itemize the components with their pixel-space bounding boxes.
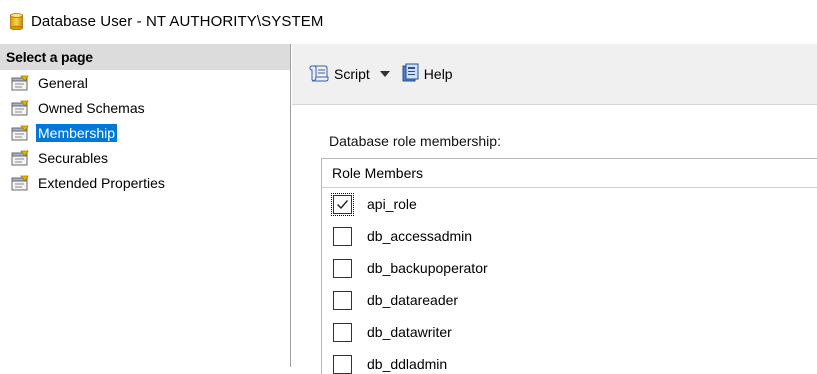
checkbox-wrap [333,290,352,310]
window-title-bar: Database User - NT AUTHORITY\SYSTEM [0,0,817,42]
role-checkbox[interactable] [333,322,352,342]
page-icon [10,150,30,166]
sidebar-item-extended-properties[interactable]: Extended Properties [0,170,290,195]
role-checkbox[interactable] [333,354,352,374]
help-button-label: Help [423,66,453,82]
sidebar-item-owned-schemas[interactable]: Owned Schemas [0,95,290,120]
role-checkbox[interactable] [333,226,352,246]
sidebar-item-label: General [38,74,88,91]
checkbox-wrap [333,354,352,374]
table-row[interactable]: db_accessadmin [322,220,817,252]
table-row[interactable]: api_role [322,188,817,220]
page-icon [10,100,30,116]
checkbox-focus-wrap [331,192,354,216]
checkbox-wrap [333,258,352,278]
page-icon [10,175,30,191]
toolbar: Script Help [292,44,817,105]
page-selector-pane: Select a page General Owned Schemas Memb… [0,44,291,367]
window-title: Database User - NT AUTHORITY\SYSTEM [31,12,324,30]
checkbox-wrap [333,226,352,246]
script-button-label: Script [334,66,370,82]
sidebar-item-label: Extended Properties [38,174,165,191]
role-membership-list: Role Members api_role db_accessadmin db_… [321,158,817,374]
script-button[interactable]: Script [308,63,370,86]
role-name: db_accessadmin [367,228,473,244]
help-icon [400,63,420,86]
membership-page: Script Help Database role membership: Ro… [292,44,817,374]
sidebar-item-label: Membership [36,123,118,142]
database-icon [10,12,23,30]
role-name: api_role [367,196,417,212]
role-membership-label: Database role membership: [329,133,501,149]
column-header-role-members[interactable]: Role Members [322,159,817,188]
table-row[interactable]: db_datareader [322,284,817,316]
select-page-header: Select a page [0,44,290,70]
table-row[interactable]: db_backupoperator [322,252,817,284]
role-checkbox[interactable] [333,258,352,278]
role-checkbox[interactable] [333,194,352,214]
page-icon [10,125,30,141]
sidebar-item-membership[interactable]: Membership [0,120,290,145]
sidebar-item-securables[interactable]: Securables [0,145,290,170]
help-button[interactable]: Help [400,63,453,86]
checkbox-wrap [333,322,352,342]
script-dropdown-arrow-icon[interactable] [379,71,390,77]
script-icon [308,63,330,86]
table-row[interactable]: db_datawriter [322,316,817,348]
role-checkbox[interactable] [333,290,352,310]
role-name: db_datawriter [367,324,452,340]
page-list: General Owned Schemas Membership Securab… [0,70,290,195]
role-name: db_datareader [367,292,459,308]
role-name: db_ddladmin [367,356,448,372]
sidebar-item-general[interactable]: General [0,70,290,95]
sidebar-item-label: Owned Schemas [38,99,145,116]
role-name: db_backupoperator [367,260,488,276]
page-icon [10,75,30,91]
checkmark-icon [337,199,349,209]
sidebar-item-label: Securables [38,149,109,166]
table-row[interactable]: db_ddladmin [322,348,817,374]
